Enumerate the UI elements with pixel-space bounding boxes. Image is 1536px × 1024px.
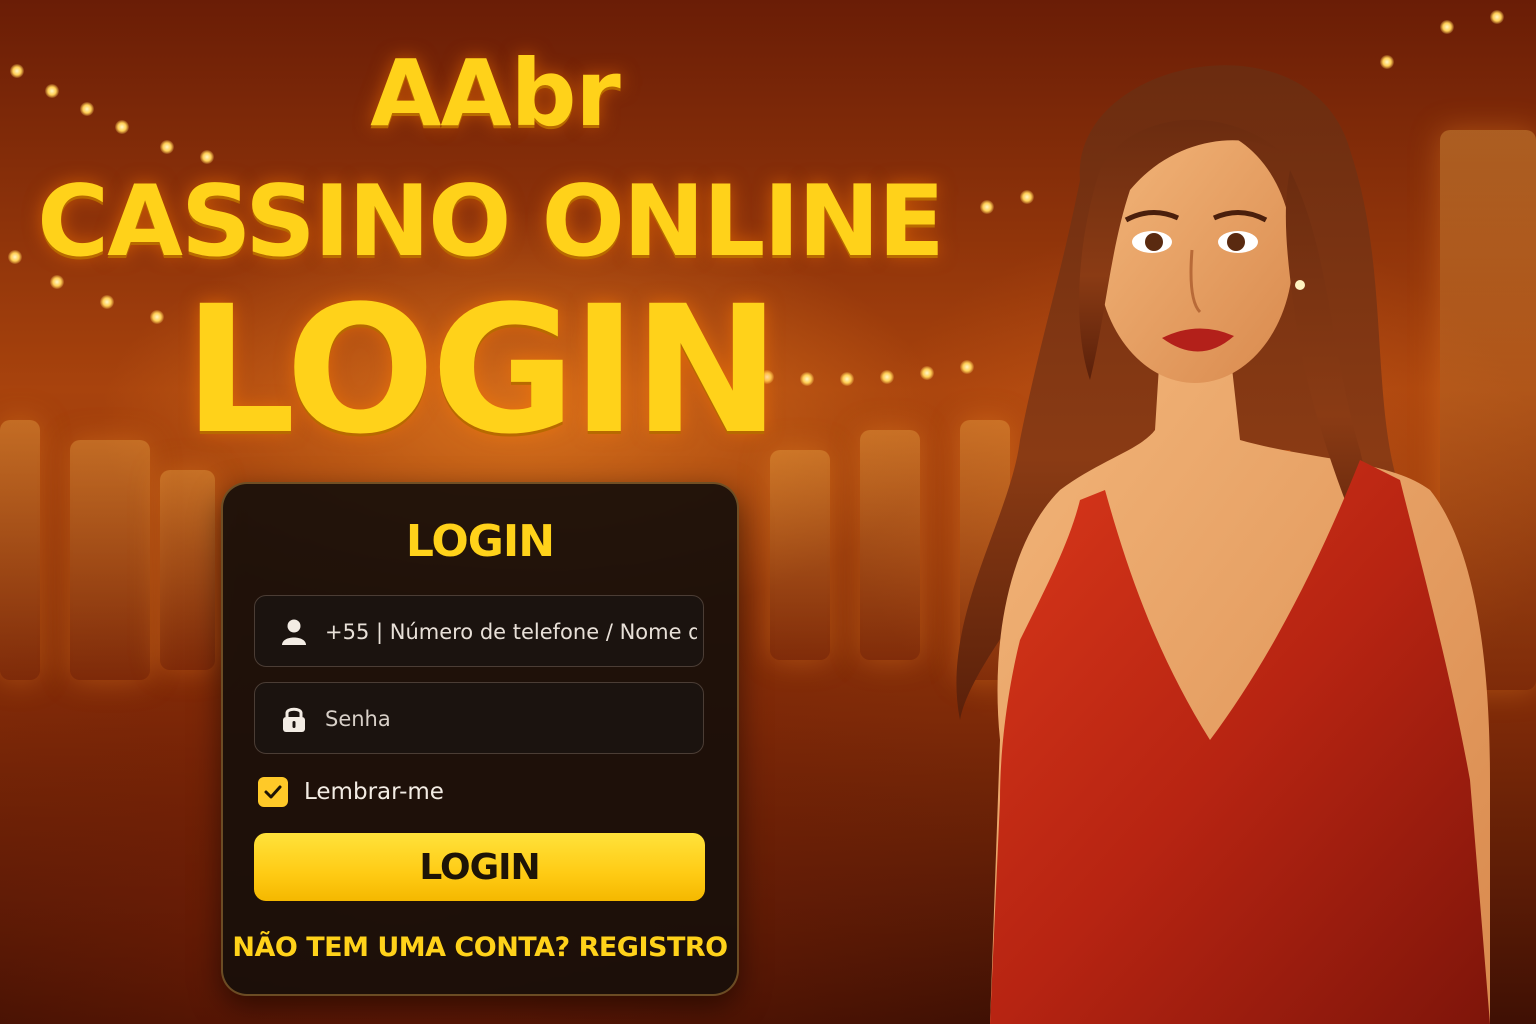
- check-icon: [264, 785, 282, 799]
- password-input[interactable]: [323, 683, 699, 755]
- login-button[interactable]: LOGIN: [254, 833, 705, 901]
- page-subtitle: CASSINO ONLINE: [37, 165, 945, 279]
- remember-me-label: Lembrar-me: [304, 779, 444, 805]
- remember-me-checkbox[interactable]: [258, 777, 288, 807]
- password-field[interactable]: [254, 682, 704, 755]
- lock-icon: [283, 707, 305, 732]
- brand-title: AAbr: [370, 40, 621, 147]
- casino-light: [200, 150, 214, 164]
- login-card-title: LOGIN: [405, 516, 555, 567]
- slot-machine: [70, 440, 150, 680]
- slot-machine: [160, 470, 215, 670]
- page-title: LOGIN: [183, 268, 781, 473]
- username-input[interactable]: [323, 596, 699, 668]
- login-card: LOGIN Lembrar-me LOGIN NÃO TEM UMA CONTA…: [221, 482, 739, 996]
- remember-me-row[interactable]: Lembrar-me: [258, 776, 444, 808]
- user-icon: [282, 619, 306, 645]
- register-link[interactable]: NÃO TEM UMA CONTA? REGISTRO: [223, 932, 737, 963]
- slot-machine: [770, 450, 830, 660]
- username-field[interactable]: [254, 595, 704, 668]
- hostess-illustration: [956, 65, 1490, 1024]
